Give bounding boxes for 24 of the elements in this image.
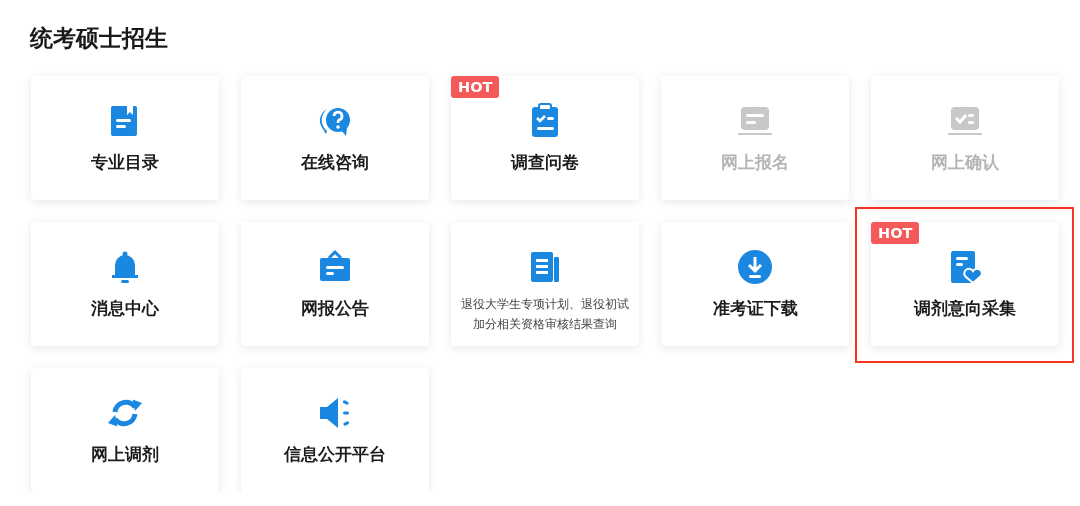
tile-label: 网上报名 xyxy=(721,152,789,174)
tile-label: 调查问卷 xyxy=(511,152,579,174)
menu-tile[interactable]: 退役大学生专项计划、退役初试加分相关资格审核结果查询 xyxy=(451,222,639,346)
tile-label: 网上确认 xyxy=(931,152,999,174)
tile-label: 退役大学生专项计划、退役初试加分相关资格审核结果查询 xyxy=(460,296,630,333)
tile-label: 网上调剂 xyxy=(91,444,159,466)
menu-tile[interactable]: 网报公告 xyxy=(241,222,429,346)
hot-badge: HOT xyxy=(871,222,920,244)
tile-label: 消息中心 xyxy=(91,298,159,320)
tile-label: 网报公告 xyxy=(301,298,369,320)
menu-tile[interactable]: 网上调剂 xyxy=(31,368,219,492)
menu-tile[interactable]: 准考证下载 xyxy=(661,222,849,346)
section-title: 统考硕士招生 xyxy=(30,24,169,53)
menu-tile[interactable]: 信息公开平台 xyxy=(241,368,429,492)
hot-badge: HOT xyxy=(451,76,500,98)
tile-label: 信息公开平台 xyxy=(284,444,386,466)
download-icon xyxy=(737,249,773,285)
tile-label: 准考证下载 xyxy=(712,298,798,320)
menu-tile[interactable]: 消息中心 xyxy=(31,222,219,346)
menu-tile[interactable]: 专业目录 xyxy=(31,76,219,200)
tile-label: 调剂意向采集 xyxy=(914,298,1016,320)
menu-tile[interactable]: 在线咨询 xyxy=(241,76,429,200)
tile-label: 专业目录 xyxy=(91,152,159,174)
tile-label: 在线咨询 xyxy=(301,152,369,174)
